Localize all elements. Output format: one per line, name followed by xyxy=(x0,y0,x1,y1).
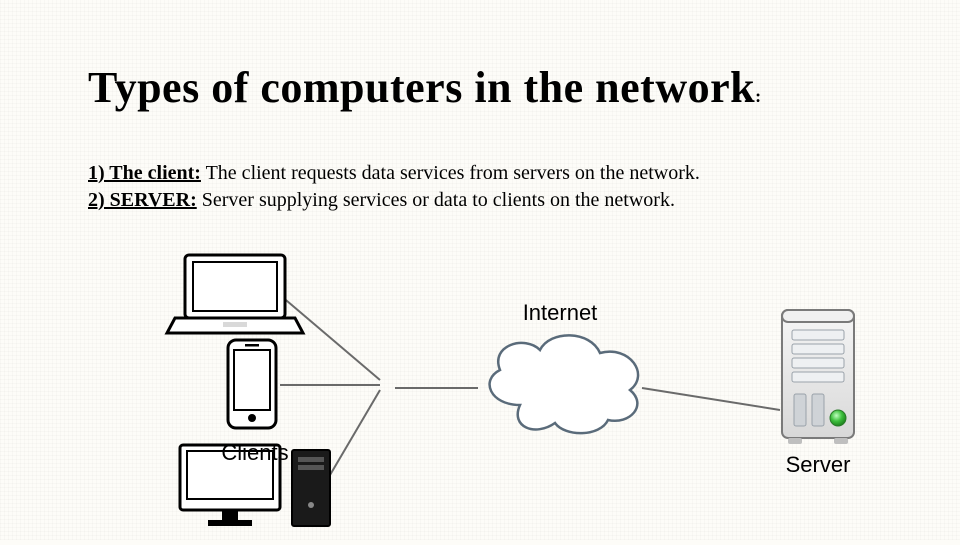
body-text: 1) The client: The client requests data … xyxy=(88,160,700,214)
bullet-1: 1) The client: The client requests data … xyxy=(88,160,700,187)
page-title: Types of computers in the network: xyxy=(88,62,762,113)
network-diagram: Clients Internet Server xyxy=(150,240,910,540)
internet-label: Internet xyxy=(523,300,598,325)
cloud-icon xyxy=(490,335,638,433)
title-text: Types of computers in the network xyxy=(88,63,755,112)
bullet-1-lead: 1) The client: xyxy=(88,162,201,184)
bullet-1-rest: The client requests data services from s… xyxy=(201,162,700,184)
laptop-icon xyxy=(167,255,303,333)
server-label: Server xyxy=(786,452,851,477)
bullet-2-rest: Server supplying services or data to cli… xyxy=(197,189,675,211)
bullet-2: 2) SERVER: Server supplying services or … xyxy=(88,187,700,214)
server-icon xyxy=(782,310,854,444)
clients-label: Clients xyxy=(221,440,288,465)
bullet-2-lead: 2) SERVER: xyxy=(88,189,197,211)
title-colon: : xyxy=(755,86,762,106)
smartphone-icon xyxy=(228,340,276,428)
